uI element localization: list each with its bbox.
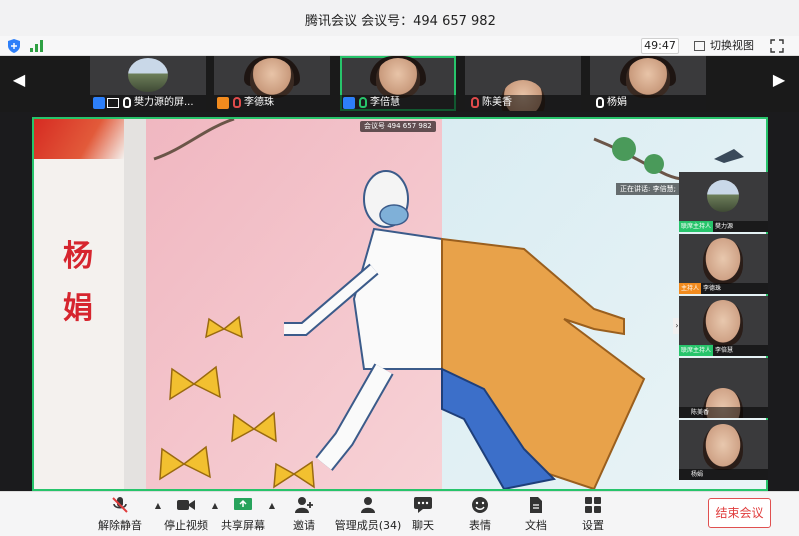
participant-face [703, 424, 743, 470]
participant-name: 李德珠 [244, 97, 274, 108]
artist-name: 杨娟 [63, 239, 93, 326]
meeting-toolbar: 解除静音 ▲ 停止视频 ▲ 共享屏幕 ▲ 邀请 管理成员(34) 聊天 表情 文… [0, 491, 799, 536]
screen-share-icon [107, 98, 119, 108]
flag-decoration [34, 119, 124, 159]
document-icon [530, 497, 542, 513]
speaking-indicator: 正在讲话: 李倍慧; [616, 183, 680, 195]
invite-label: 邀请 [293, 519, 315, 532]
switch-view-label: 切换视图 [710, 39, 754, 52]
participant-face [376, 58, 420, 98]
participant-face [703, 238, 743, 284]
video-tile[interactable]: 联席主持人 樊力源 [679, 172, 768, 232]
share-screen-icon [234, 498, 252, 510]
participant-face [626, 58, 670, 98]
participant-tile[interactable]: 樊力源的屏... [90, 56, 206, 111]
mic-active-icon [359, 97, 367, 108]
status-bar: 49:47 切换视图 [0, 36, 799, 56]
video-tile-name: 陈美香 [691, 409, 710, 416]
chat-icon [414, 497, 432, 513]
participant-strip: ◀ 樊力源的屏... 李德珠 李倍慧 陈美香 杨娟 ▶ [0, 56, 799, 112]
video-column: 联席主持人 樊力源 主持人 李德珠 联席主持人 李倍慧 陈美香 杨娟 [679, 172, 768, 484]
participant-tile[interactable]: 李德珠 [214, 56, 330, 111]
grid-view-icon [694, 41, 705, 51]
window-title: 腾讯会议 会议号：494 657 982 [305, 14, 496, 29]
video-tile-label: 陈美香 [679, 407, 768, 418]
settings-button[interactable]: 设置 [561, 496, 625, 534]
video-tile[interactable]: 联席主持人 李倍慧 [679, 296, 768, 356]
participant-tile-active[interactable]: 李倍慧 [340, 56, 456, 111]
settings-grid-icon [585, 497, 601, 513]
video-tile-label: 主持人 李德珠 [679, 283, 768, 294]
participant-label: 李倍慧 [340, 95, 456, 111]
video-tile-name: 樊力源 [715, 223, 734, 230]
shared-screen: 杨娟 会议号 494 657 982 正在讲话: 李倍慧; [32, 117, 768, 491]
mic-muted-icon [112, 497, 128, 513]
chat-button[interactable]: 聊天 [391, 496, 455, 534]
host-icon [93, 97, 105, 109]
mic-icon [596, 97, 604, 108]
docs-button[interactable]: 文档 [504, 496, 568, 534]
video-tile-name: 李德珠 [703, 285, 722, 292]
artwork-left-panel: 杨娟 [34, 119, 124, 489]
camera-icon [177, 500, 195, 510]
role-badge: 联席主持人 [679, 345, 714, 356]
role-badge: 主持人 [679, 283, 702, 294]
share-screen-label: 共享屏幕 [221, 519, 265, 532]
strip-prev-arrow-icon[interactable]: ◀ [12, 68, 26, 92]
participant-face [703, 300, 743, 346]
switch-view-button[interactable]: 切换视图 [694, 38, 754, 54]
smiley-icon [472, 497, 488, 513]
invite-button[interactable]: 邀请 [272, 496, 336, 534]
participant-name: 陈美香 [482, 97, 512, 108]
share-screen-button[interactable]: 共享屏幕 [211, 496, 275, 534]
stop-video-button[interactable]: 停止视频 [154, 496, 218, 534]
video-tile[interactable]: 主持人 李德珠 [679, 234, 768, 294]
members-icon [361, 497, 375, 513]
emoji-button[interactable]: 表情 [448, 496, 512, 534]
video-tile[interactable]: 杨娟 [679, 420, 768, 480]
participant-name: 杨娟 [607, 97, 627, 108]
avatar [128, 58, 168, 92]
docs-label: 文档 [525, 519, 547, 532]
shared-artwork [124, 119, 766, 489]
stop-video-label: 停止视频 [164, 519, 208, 532]
host-icon [217, 97, 229, 109]
strip-next-arrow-icon[interactable]: ▶ [772, 68, 786, 92]
participant-name: 樊力源的屏... [134, 97, 194, 108]
meeting-timer: 49:47 [641, 38, 679, 54]
meeting-number-tag: 会议号 494 657 982 [360, 121, 436, 132]
settings-label: 设置 [582, 519, 604, 532]
video-tile-name: 李倍慧 [715, 347, 734, 354]
video-tile-name: 杨娟 [691, 471, 704, 478]
network-signal-icon[interactable] [30, 40, 44, 52]
emoji-label: 表情 [469, 519, 491, 532]
participant-name: 李倍慧 [370, 97, 400, 108]
fullscreen-icon[interactable] [770, 39, 784, 53]
shield-icon[interactable] [8, 39, 20, 53]
participant-label: 陈美香 [465, 95, 581, 111]
mic-icon [123, 97, 131, 108]
role-badge: 联席主持人 [679, 221, 714, 232]
video-tile[interactable]: 陈美香 [679, 358, 768, 418]
video-tile-label: 联席主持人 李倍慧 [679, 345, 768, 356]
end-meeting-button[interactable]: 结束会议 [708, 498, 771, 528]
avatar [707, 180, 739, 212]
host-icon [343, 97, 355, 109]
participant-face [250, 58, 294, 98]
mic-muted-icon [471, 97, 479, 108]
mic-muted-icon [233, 97, 241, 108]
participant-label: 李德珠 [214, 95, 330, 111]
unmute-button[interactable]: 解除静音 [88, 496, 152, 534]
video-tile-label: 联席主持人 樊力源 [679, 221, 768, 232]
add-user-icon [295, 497, 313, 513]
unmute-label: 解除静音 [98, 519, 142, 532]
participant-tile[interactable]: 杨娟 [590, 56, 706, 111]
participant-label: 杨娟 [590, 95, 706, 111]
chat-label: 聊天 [412, 519, 434, 532]
participant-tile[interactable]: 陈美香 [465, 56, 581, 111]
video-tile-label: 杨娟 [679, 469, 768, 480]
title-bar: 腾讯会议 会议号：494 657 982 [0, 0, 799, 36]
participant-label: 樊力源的屏... [90, 95, 206, 111]
